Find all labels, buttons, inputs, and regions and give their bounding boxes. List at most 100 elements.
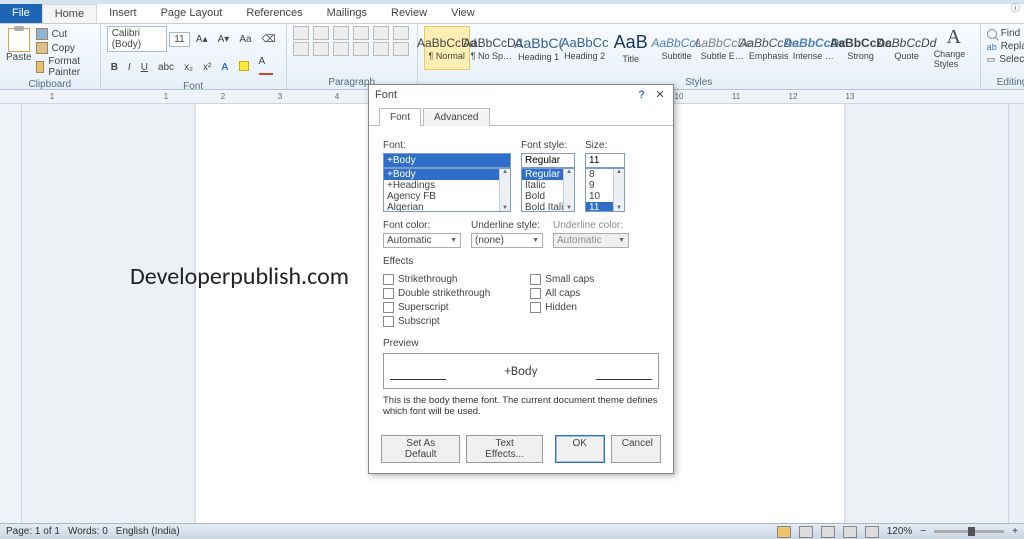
grow-font-button[interactable]: A▴ xyxy=(192,32,212,47)
page-body-text[interactable]: Developerpublish.com xyxy=(130,262,349,291)
text-effects-button-dlg[interactable]: Text Effects... xyxy=(466,435,542,463)
window-controls: ⓘ xyxy=(1011,1,1020,14)
style-input[interactable] xyxy=(521,153,575,168)
font-color-button[interactable]: A xyxy=(255,54,280,80)
effects-heading: Effects xyxy=(383,256,659,267)
shrink-font-button[interactable]: A▾ xyxy=(214,32,234,47)
format-painter-button[interactable]: Format Painter xyxy=(36,56,94,78)
copy-button[interactable]: Copy xyxy=(36,42,94,54)
find-button[interactable]: Find xyxy=(987,28,1024,39)
indent-dec-button[interactable] xyxy=(353,26,369,40)
zoom-in-button[interactable]: + xyxy=(1012,526,1018,537)
select-icon: ▭ xyxy=(987,54,996,65)
align-right-button[interactable] xyxy=(333,42,349,56)
tab-review[interactable]: Review xyxy=(379,4,439,23)
dialog-close-button[interactable]: ✕ xyxy=(653,88,667,101)
subscript-button[interactable]: x₂ xyxy=(180,60,197,75)
view-print-layout[interactable] xyxy=(777,526,791,538)
justify-button[interactable] xyxy=(353,42,369,56)
set-default-button[interactable]: Set As Default xyxy=(381,435,460,463)
dialog-tab-advanced[interactable]: Advanced xyxy=(423,108,489,126)
copy-icon xyxy=(36,42,48,54)
dstrike-checkbox[interactable]: Double strikethrough xyxy=(383,288,490,299)
font-color-label: Font color: xyxy=(383,220,461,231)
dialog-title: Font xyxy=(375,89,397,101)
change-case-button[interactable]: Aa xyxy=(235,32,255,47)
change-styles-button[interactable]: A Change Styles xyxy=(934,26,974,76)
strike-checkbox[interactable]: Strikethrough xyxy=(383,274,490,285)
size-listbox[interactable]: 89101112 xyxy=(585,168,625,212)
tab-file[interactable]: File xyxy=(0,4,42,23)
superscript-button[interactable]: x² xyxy=(199,60,215,75)
style-tile[interactable]: AaBbCcDdQuote xyxy=(884,26,930,70)
style-tile[interactable]: AaBbC(Heading 1 xyxy=(516,26,562,70)
dialog-tab-font[interactable]: Font xyxy=(379,108,421,126)
styles-gallery[interactable]: AaBbCcDd¶ NormalAaBbCcDd¶ No SpacingAaBb… xyxy=(424,26,930,76)
font-size-combo[interactable]: 11 xyxy=(169,32,190,47)
view-full-screen[interactable] xyxy=(799,526,813,538)
style-listbox[interactable]: RegularItalicBoldBold Italic xyxy=(521,168,575,212)
style-tile[interactable]: AaBbCcDd¶ No Spacing xyxy=(470,26,516,70)
bold-button[interactable]: B xyxy=(107,60,122,75)
size-input[interactable] xyxy=(585,153,625,168)
status-words[interactable]: Words: 0 xyxy=(68,526,108,537)
allcaps-checkbox[interactable]: All caps xyxy=(530,288,594,299)
view-outline[interactable] xyxy=(843,526,857,538)
vertical-ruler[interactable] xyxy=(0,104,22,523)
zoom-out-button[interactable]: − xyxy=(920,526,926,537)
clear-formatting-button[interactable]: ⌫ xyxy=(258,32,280,47)
strike-button[interactable]: abc xyxy=(154,60,178,75)
shading-button[interactable] xyxy=(393,42,409,56)
tab-view[interactable]: View xyxy=(439,4,487,23)
underline-button[interactable]: U xyxy=(137,60,152,75)
style-tile[interactable]: AaBTitle xyxy=(608,26,654,70)
help-icon[interactable]: ⓘ xyxy=(1011,1,1020,14)
underline-color-label: Underline color: xyxy=(553,220,629,231)
select-button[interactable]: ▭Select xyxy=(987,54,1024,65)
brush-icon xyxy=(36,61,45,73)
bullets-button[interactable] xyxy=(293,26,309,40)
status-lang[interactable]: English (India) xyxy=(116,526,180,537)
font-listbox[interactable]: +Body+HeadingsAgency FBAlgerianArial xyxy=(383,168,511,212)
font-input[interactable] xyxy=(383,153,511,168)
smallcaps-checkbox[interactable]: Small caps xyxy=(530,274,594,285)
font-color-combo[interactable]: Automatic▼ xyxy=(383,233,461,248)
font-name-combo[interactable]: Calibri (Body) xyxy=(107,26,168,52)
highlight-button[interactable] xyxy=(235,59,253,76)
view-web-layout[interactable] xyxy=(821,526,835,538)
cut-button[interactable]: Cut xyxy=(36,28,94,40)
status-page[interactable]: Page: 1 of 1 xyxy=(6,526,60,537)
dialog-help-button[interactable]: ? xyxy=(638,89,645,101)
multilevel-button[interactable] xyxy=(333,26,349,40)
sub-checkbox[interactable]: Subscript xyxy=(383,316,490,327)
super-checkbox[interactable]: Superscript xyxy=(383,302,490,313)
scissors-icon xyxy=(36,28,48,40)
replace-button[interactable]: abReplace xyxy=(987,41,1024,52)
vertical-scrollbar[interactable] xyxy=(1008,104,1024,523)
align-left-button[interactable] xyxy=(293,42,309,56)
font-label: Font: xyxy=(383,140,511,151)
zoom-slider[interactable] xyxy=(934,530,1004,533)
indent-inc-button[interactable] xyxy=(373,26,389,40)
tab-references[interactable]: References xyxy=(234,4,314,23)
hidden-checkbox[interactable]: Hidden xyxy=(530,302,594,313)
italic-button[interactable]: I xyxy=(124,60,135,75)
cancel-button[interactable]: Cancel xyxy=(611,435,661,463)
view-draft[interactable] xyxy=(865,526,879,538)
sort-button[interactable] xyxy=(393,26,409,40)
highlight-icon xyxy=(239,61,249,71)
tab-home[interactable]: Home xyxy=(42,4,97,23)
align-center-button[interactable] xyxy=(313,42,329,56)
tab-mailings[interactable]: Mailings xyxy=(315,4,379,23)
line-spacing-button[interactable] xyxy=(373,42,389,56)
style-tile[interactable]: AaBbCcHeading 2 xyxy=(562,26,608,70)
numbering-button[interactable] xyxy=(313,26,329,40)
clipboard-group-label: Clipboard xyxy=(6,78,94,91)
text-effects-button[interactable]: A xyxy=(217,60,232,75)
tab-insert[interactable]: Insert xyxy=(97,4,149,23)
tab-pagelayout[interactable]: Page Layout xyxy=(149,4,235,23)
paste-button[interactable]: Paste xyxy=(6,26,32,78)
underline-style-combo[interactable]: (none)▼ xyxy=(471,233,543,248)
status-zoom[interactable]: 120% xyxy=(887,526,913,537)
ok-button[interactable]: OK xyxy=(555,435,605,463)
